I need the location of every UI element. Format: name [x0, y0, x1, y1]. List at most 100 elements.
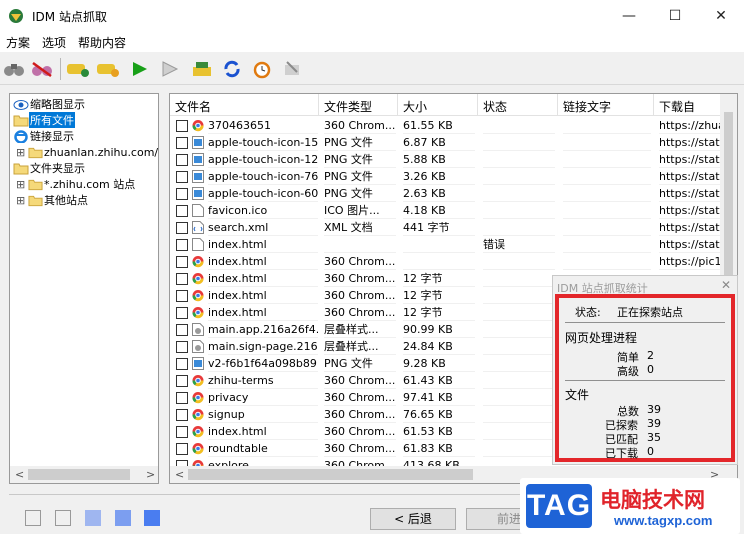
cell-status [483, 304, 555, 321]
maximize-button[interactable]: ☐ [652, 0, 698, 32]
row-checkbox[interactable] [176, 358, 188, 370]
cell-link-text [563, 168, 651, 185]
row-checkbox[interactable] [176, 273, 188, 285]
scroll-left-icon[interactable]: < [175, 468, 184, 481]
cell-link-text [563, 151, 651, 168]
cell-size: 61.55 KB [403, 117, 475, 134]
row-checkbox[interactable] [176, 341, 188, 353]
tree-item-folders[interactable]: 文件夹显示 [13, 160, 86, 176]
blank-file-icon [192, 238, 204, 251]
binoculars-forbid-icon[interactable] [30, 57, 54, 81]
cell-size: 441 字节 [403, 219, 475, 236]
column-header-link-text[interactable]: 链接文字 [558, 94, 654, 116]
row-checkbox[interactable] [176, 239, 188, 251]
row-checkbox[interactable] [176, 120, 188, 132]
scroll-right-icon[interactable]: > [146, 468, 155, 481]
cell-status [483, 389, 555, 406]
expand-icon[interactable]: ⊞ [16, 146, 28, 159]
menu-plan[interactable]: 方案 [6, 34, 30, 51]
cell-status [483, 338, 555, 355]
row-checkbox[interactable] [176, 205, 188, 217]
cell-type: 360 Chrom... [324, 408, 396, 423]
table-row[interactable]: apple-touch-icon-15... PNG 文件 6.87 KB https… [170, 134, 737, 151]
cell-size: 61.43 KB [403, 372, 475, 389]
row-checkbox[interactable] [176, 409, 188, 421]
table-row[interactable]: 370463651 360 Chrom... 61.55 KB https://zhu… [170, 117, 737, 134]
files-title: 文件 [565, 388, 590, 402]
row-checkbox[interactable] [176, 222, 188, 234]
tree-item-all-files[interactable]: 所有文件 [13, 112, 75, 128]
close-button[interactable]: ✕ [698, 0, 744, 32]
row-checkbox[interactable] [176, 307, 188, 319]
refresh-icon[interactable] [220, 57, 244, 81]
chrome-file-icon [192, 307, 204, 319]
column-header-size[interactable]: 大小 [398, 94, 478, 116]
chrome-file-icon [192, 426, 204, 438]
menu-bar: 方案 选项 帮助内容 [0, 32, 744, 52]
cell-type: 360 Chrom... [324, 425, 396, 440]
cell-from: https://static [659, 238, 721, 253]
expand-icon[interactable]: ⊞ [16, 194, 28, 207]
scrollbar-thumb[interactable] [28, 469, 130, 480]
explored-value: 39 [647, 417, 661, 430]
tree-item-links[interactable]: 链接显示 [13, 128, 75, 144]
row-checkbox[interactable] [176, 188, 188, 200]
tree-item-other-sites[interactable]: ⊞ 其他站点 [16, 192, 89, 208]
table-row[interactable]: index.html 360 Chrom... https://pic1.z [170, 253, 737, 270]
chrome-file-icon [192, 120, 204, 132]
chrome-file-icon [192, 256, 204, 268]
progress-square [85, 510, 101, 526]
cell-type: 360 Chrom... [324, 442, 396, 457]
row-checkbox[interactable] [176, 171, 188, 183]
schedule-icon[interactable] [250, 57, 274, 81]
table-row[interactable]: favicon.ico ICO 图片... 4.18 KB https://stati… [170, 202, 737, 219]
cell-status: 错误 [483, 236, 555, 253]
row-checkbox[interactable] [176, 392, 188, 404]
close-icon[interactable]: ✕ [721, 278, 731, 292]
table-row[interactable]: apple-touch-icon-60... PNG 文件 2.63 KB https… [170, 185, 737, 202]
cell-filename: main.app.216a26f4.... [208, 323, 318, 338]
row-checkbox[interactable] [176, 256, 188, 268]
table-row[interactable]: apple-touch-icon-12... PNG 文件 5.88 KB https… [170, 151, 737, 168]
row-checkbox[interactable] [176, 137, 188, 149]
row-checkbox[interactable] [176, 443, 188, 455]
stop-icon[interactable] [158, 57, 182, 81]
scrollbar-thumb[interactable] [188, 469, 473, 480]
binoculars-icon[interactable] [2, 57, 26, 81]
scroll-left-icon[interactable]: < [15, 468, 24, 481]
cell-type: 360 Chrom... [324, 119, 396, 134]
row-checkbox[interactable] [176, 324, 188, 336]
tools-icon[interactable] [280, 57, 304, 81]
column-header-status[interactable]: 状态 [478, 94, 558, 116]
row-checkbox[interactable] [176, 426, 188, 438]
site-grab-alt-icon[interactable] [96, 57, 120, 81]
back-button[interactable]: < 后退 [370, 508, 456, 530]
cell-status [483, 372, 555, 389]
site-grab-icon[interactable] [66, 57, 90, 81]
column-header-type[interactable]: 文件类型 [319, 94, 398, 116]
cell-size: 2.63 KB [403, 185, 475, 202]
tree-item-zhihu-site[interactable]: ⊞ *.zhihu.com 站点 [16, 176, 136, 192]
row-checkbox[interactable] [176, 375, 188, 387]
table-row[interactable]: search.xml XML 文档 441 字节 https://static [170, 219, 737, 236]
table-row[interactable]: apple-touch-icon-76... PNG 文件 3.26 KB https… [170, 168, 737, 185]
cell-type: 360 Chrom... [324, 272, 396, 287]
menu-options[interactable]: 选项 [42, 34, 66, 51]
table-row[interactable]: index.html 错误 https://static [170, 236, 737, 253]
row-checkbox[interactable] [176, 154, 188, 166]
stats-highlight-box: 状态: 正在探索站点 网页处理进程 简单 2 高级 0 文件 总数 39 已探索… [555, 294, 735, 462]
cell-type: ICO 图片... [324, 202, 396, 219]
tree-item-thumbnails[interactable]: 缩略图显示 [13, 96, 86, 112]
tree-item-zhuanlan[interactable]: ⊞ zhuanlan.zhihu.com/p [16, 144, 158, 160]
scrollbar-thumb[interactable] [724, 112, 733, 292]
tree-horizontal-scrollbar[interactable]: < > [10, 466, 158, 483]
minimize-button[interactable]: — [606, 0, 652, 32]
menu-help[interactable]: 帮助内容 [78, 34, 126, 51]
download-icon[interactable] [190, 57, 214, 81]
start-icon[interactable] [128, 57, 152, 81]
cell-type: 360 Chrom... [324, 306, 396, 321]
expand-icon[interactable]: ⊞ [16, 178, 28, 191]
column-header-filename[interactable]: 文件名 [170, 94, 319, 116]
eye-icon [13, 99, 29, 110]
row-checkbox[interactable] [176, 290, 188, 302]
